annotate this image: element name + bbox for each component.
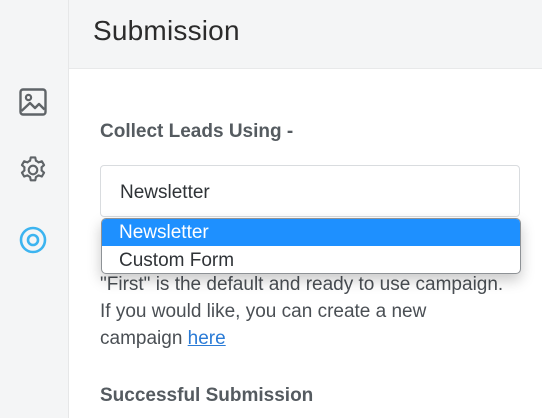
page-title: Submission <box>93 15 240 46</box>
campaign-help-text: "First" is the default and ready to use … <box>100 271 530 352</box>
collect-leads-select[interactable]: Newsletter <box>100 165 520 217</box>
gear-icon <box>20 156 46 182</box>
sidebar-item-submission[interactable] <box>15 222 51 258</box>
help-line-1: "First" is the default and ready to use … <box>100 274 504 295</box>
dropdown-option-custom-form[interactable]: Custom Form <box>102 247 520 273</box>
page-header: Submission <box>69 0 542 69</box>
sidebar-rail <box>0 0 69 418</box>
help-line-3-text: campaign <box>100 328 188 349</box>
main-panel: Collect Leads Using - Newsletter Newslet… <box>69 69 542 418</box>
create-campaign-link[interactable]: here <box>188 328 226 349</box>
help-line-2: If you would like, you can create a new <box>100 301 427 322</box>
dropdown-option-newsletter[interactable]: Newsletter <box>102 219 520 246</box>
select-value: Newsletter <box>120 182 210 203</box>
sidebar-item-media[interactable] <box>15 84 51 120</box>
collect-leads-dropdown: Newsletter Custom Form <box>101 218 521 274</box>
successful-submission-heading: Successful Submission <box>100 385 314 406</box>
target-icon <box>19 226 47 254</box>
help-line-3: campaign here <box>100 325 530 352</box>
sidebar-item-settings[interactable] <box>15 152 51 188</box>
image-icon <box>19 88 47 116</box>
collect-leads-heading: Collect Leads Using - <box>100 121 294 142</box>
app: Submission Collect Leads Using - Newslet… <box>0 0 542 418</box>
